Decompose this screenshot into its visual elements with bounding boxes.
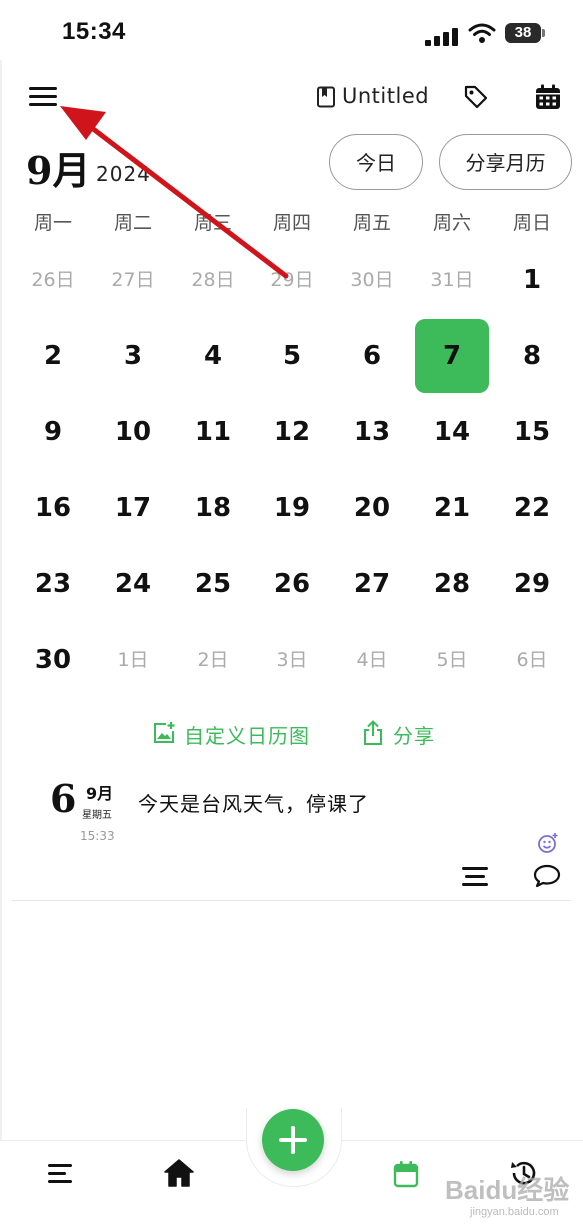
calendar-day[interactable]: 17 xyxy=(96,471,170,545)
nav-timeline-icon[interactable] xyxy=(48,1163,74,1185)
share-icon[interactable] xyxy=(362,720,384,746)
calendar-day[interactable]: 30 xyxy=(16,623,90,697)
weekday-thu: 周四 xyxy=(272,212,311,234)
weekday-tue: 周二 xyxy=(113,212,152,234)
calendar-day[interactable]: 31日 xyxy=(415,243,489,317)
calendar-day[interactable]: 26 xyxy=(255,547,329,621)
calendar-day[interactable]: 23 xyxy=(16,547,90,621)
notebook-icon xyxy=(317,86,335,108)
calendar-day[interactable]: 13 xyxy=(335,395,409,469)
calendar-day[interactable]: 14 xyxy=(415,395,489,469)
calendar-day[interactable]: 12 xyxy=(255,395,329,469)
calendar-day[interactable]: 27 xyxy=(335,547,409,621)
calendar-day[interactable]: 5日 xyxy=(415,623,489,697)
watermark-site: jingyan.baidu.com xyxy=(470,1206,559,1218)
add-reaction-icon[interactable] xyxy=(537,832,559,854)
add-entry-button[interactable] xyxy=(262,1109,324,1171)
month-title: 9月 xyxy=(26,148,91,193)
calendar-day[interactable]: 9 xyxy=(16,395,90,469)
calendar-day[interactable]: 19 xyxy=(255,471,329,545)
weekday-mon: 周一 xyxy=(33,212,72,234)
calendar-day[interactable]: 30日 xyxy=(335,243,409,317)
comment-icon[interactable] xyxy=(533,863,561,889)
calendar-day[interactable]: 6 xyxy=(335,319,409,393)
calendar-day[interactable]: 4 xyxy=(176,319,250,393)
add-image-icon[interactable] xyxy=(152,721,176,745)
battery-tip xyxy=(542,29,545,37)
weekday-wed: 周三 xyxy=(193,212,232,234)
weekday-sun: 周日 xyxy=(512,212,551,234)
status-time: 15:34 xyxy=(62,18,126,45)
weekday-sat: 周六 xyxy=(432,212,471,234)
calendar-day[interactable]: 22 xyxy=(495,471,569,545)
calendar-day[interactable]: 11 xyxy=(176,395,250,469)
calendar-day[interactable]: 16 xyxy=(16,471,90,545)
entry-text[interactable]: 今天是台风天气，停课了 xyxy=(138,788,369,817)
calendar-day[interactable]: 24 xyxy=(96,547,170,621)
entry-month: 9月 xyxy=(86,784,114,803)
share-button[interactable]: 分享 xyxy=(393,720,435,749)
menu-icon[interactable] xyxy=(27,84,59,110)
calendar-day[interactable]: 8 xyxy=(495,319,569,393)
entry-day: 6 xyxy=(50,776,77,821)
entry-divider xyxy=(12,900,571,901)
entry-time: 15:33 xyxy=(80,829,115,843)
entry-options-icon[interactable] xyxy=(462,866,488,886)
year-title: 2024 xyxy=(96,162,151,186)
share-month-button[interactable]: 分享月历 xyxy=(439,134,572,190)
calendar-day[interactable]: 7 xyxy=(415,319,489,393)
calendar-day[interactable]: 3 xyxy=(96,319,170,393)
calendar-day[interactable]: 28 xyxy=(415,547,489,621)
calendar-day[interactable]: 4日 xyxy=(335,623,409,697)
tag-icon[interactable] xyxy=(462,83,490,111)
cellular-signal-icon xyxy=(425,26,459,46)
custom-calendar-image-button[interactable]: 自定义日历图 xyxy=(184,720,310,749)
calendar-day[interactable]: 1日 xyxy=(96,623,170,697)
left-edge-line xyxy=(0,60,2,1160)
calendar-day[interactable]: 28日 xyxy=(176,243,250,317)
calendar-day[interactable]: 20 xyxy=(335,471,409,545)
annotation-arrow-head xyxy=(60,106,106,140)
calendar-day[interactable]: 29 xyxy=(495,547,569,621)
weekday-fri: 周五 xyxy=(352,212,391,234)
calendar-day[interactable]: 18 xyxy=(176,471,250,545)
battery-indicator: 38 xyxy=(505,23,541,43)
wifi-icon xyxy=(468,23,496,43)
calendar-day[interactable]: 25 xyxy=(176,547,250,621)
calendar-day[interactable]: 6日 xyxy=(495,623,569,697)
watermark-brand: Baidu经验 xyxy=(445,1175,570,1205)
calendar-day[interactable]: 27日 xyxy=(96,243,170,317)
calendar-day[interactable]: 26日 xyxy=(16,243,90,317)
calendar-day[interactable]: 15 xyxy=(495,395,569,469)
calendar-day[interactable]: 1 xyxy=(495,243,569,317)
calendar-day[interactable]: 21 xyxy=(415,471,489,545)
calendar-day[interactable]: 10 xyxy=(96,395,170,469)
calendar-day[interactable]: 5 xyxy=(255,319,329,393)
calendar-day[interactable]: 29日 xyxy=(255,243,329,317)
nav-calendar-icon[interactable] xyxy=(393,1160,419,1188)
calendar-day[interactable]: 2日 xyxy=(176,623,250,697)
calendar-day[interactable]: 3日 xyxy=(255,623,329,697)
calendar-day[interactable]: 2 xyxy=(16,319,90,393)
home-icon[interactable] xyxy=(163,1158,195,1188)
entry-weekday: 星期五 xyxy=(82,810,112,821)
calendar-icon[interactable] xyxy=(535,84,561,110)
today-button[interactable]: 今日 xyxy=(329,134,423,190)
notebook-selector[interactable]: Untitled xyxy=(342,84,429,108)
